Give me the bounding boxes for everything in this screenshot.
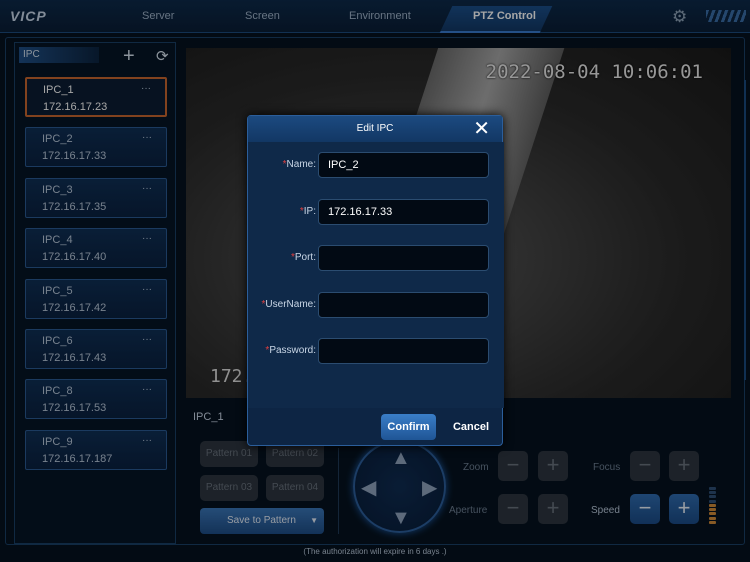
cancel-button[interactable]: Cancel: [451, 414, 491, 440]
field-label: *Port:: [290, 252, 316, 263]
name-input[interactable]: IPC_2: [318, 152, 489, 178]
field-label: *Name:: [282, 159, 316, 170]
dialog-title: Edit IPC: [248, 116, 502, 142]
field-label: *Password:: [265, 345, 316, 356]
ip-input[interactable]: 172.16.17.33: [318, 198, 489, 225]
field-label: *IP:: [299, 205, 316, 217]
form-row-ip: *IP: 172.16.17.33: [248, 198, 504, 225]
form-row-username: *UserName:: [248, 291, 504, 318]
username-input[interactable]: [318, 291, 489, 318]
field-label: *UserName:: [261, 298, 316, 310]
password-input[interactable]: [318, 338, 489, 364]
edit-ipc-dialog: Edit IPC ✕ *Name: IPC_2 *IP: 172.16.17.33 *P…: [247, 115, 504, 446]
port-input[interactable]: [318, 245, 489, 271]
form-row-port: *Port:: [248, 245, 504, 271]
form-row-password: *Password:: [248, 338, 504, 364]
confirm-button[interactable]: Confirm: [381, 414, 436, 440]
close-icon[interactable]: ✕: [473, 118, 490, 140]
form-row-name: *Name: IPC_2: [248, 152, 504, 178]
dialog-form: *Name: IPC_2 *IP: 172.16.17.33 *Port: *UserNa…: [248, 142, 504, 408]
